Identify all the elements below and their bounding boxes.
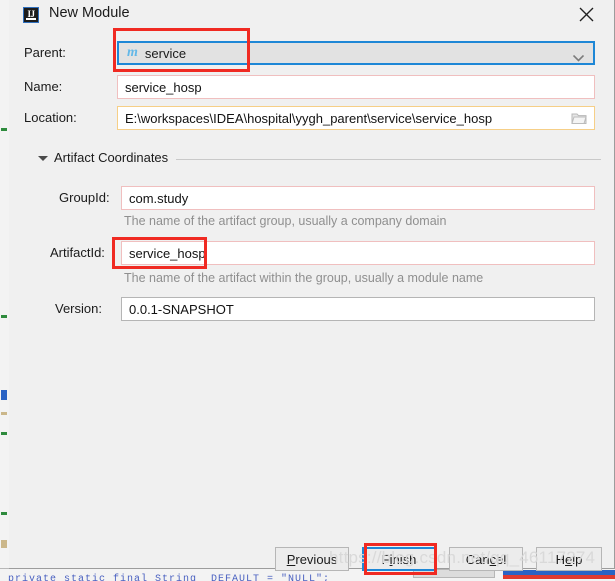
cancel-button[interactable]: Cancel: [449, 547, 523, 571]
dialog-title: New Module: [49, 5, 130, 21]
location-label: Location:: [24, 110, 77, 125]
previous-button-label: revious: [295, 551, 338, 567]
intellij-idea-icon: IJ: [23, 7, 39, 23]
name-row: Name: service_hosp: [9, 75, 615, 99]
location-input[interactable]: E:\workspaces\IDEA\hospital\yygh_parent\…: [117, 106, 595, 130]
groupid-input[interactable]: com.study: [121, 186, 595, 210]
artifactid-input[interactable]: service_hosp: [121, 241, 595, 265]
help-button-label: lp: [572, 551, 583, 567]
triangle-down-icon[interactable]: [38, 156, 48, 161]
groupid-row: GroupId: com.study: [9, 186, 615, 210]
maven-module-icon: m: [127, 45, 138, 60]
editor-marker: [1, 128, 7, 131]
version-row: Version: 0.0.1-SNAPSHOT: [9, 297, 615, 321]
editor-marker: [1, 512, 7, 515]
artifactid-row: ArtifactId: service_hosp: [9, 241, 615, 265]
parent-combobox-value: service: [144, 45, 187, 61]
artifact-coordinates-title: Artifact Coordinates: [54, 150, 169, 165]
parent-label: Parent:: [24, 45, 66, 60]
version-input[interactable]: 0.0.1-SNAPSHOT: [121, 297, 595, 321]
help-button[interactable]: Help: [536, 547, 602, 571]
chevron-down-icon[interactable]: [572, 51, 585, 65]
finish-button[interactable]: Finish: [362, 547, 436, 571]
finish-button-label-pre: F: [381, 551, 390, 567]
artifactid-hint: The name of the artifact within the grou…: [124, 271, 484, 285]
artifact-coordinates-section-header: Artifact Coordinates: [9, 150, 615, 168]
name-label: Name:: [24, 79, 63, 94]
dialog-titlebar: IJ New Module: [9, 0, 614, 30]
folder-icon[interactable]: [571, 111, 587, 125]
version-input-value: 0.0.1-SNAPSHOT: [129, 301, 234, 317]
editor-marker: [1, 540, 7, 548]
editor-marker: [1, 390, 7, 400]
finish-button-label: nish: [392, 551, 417, 567]
location-input-value: E:\workspaces\IDEA\hospital\yygh_parent\…: [125, 110, 493, 126]
parent-combobox[interactable]: m service: [117, 41, 595, 65]
editor-marker: [1, 432, 7, 435]
help-button-label-pre: H: [555, 551, 566, 567]
cancel-button-label-pre: Can: [465, 551, 490, 567]
editor-marker: [1, 315, 7, 318]
new-module-dialog: IJ New Module Parent: m service Name: se…: [9, 0, 615, 571]
previous-button[interactable]: Previous: [275, 547, 349, 571]
location-row: Location: E:\workspaces\IDEA\hospital\yy…: [9, 106, 615, 130]
groupid-hint: The name of the artifact group, usually …: [124, 214, 447, 228]
dialog-button-bar: Previous Finish Cancel Help: [9, 542, 615, 576]
parent-row: Parent: m service: [9, 41, 615, 65]
groupid-input-value: com.study: [129, 190, 189, 206]
cancel-button-label: el: [496, 551, 507, 567]
version-label: Version:: [55, 301, 102, 316]
name-input-value: service_hosp: [125, 79, 202, 95]
section-divider: [176, 159, 601, 160]
editor-marker: [1, 412, 7, 415]
artifactid-input-value: service_hosp: [129, 245, 206, 261]
close-icon[interactable]: [564, 0, 608, 29]
artifactid-label: ArtifactId:: [50, 245, 105, 260]
name-input[interactable]: service_hosp: [117, 75, 595, 99]
groupid-label: GroupId:: [59, 190, 110, 205]
